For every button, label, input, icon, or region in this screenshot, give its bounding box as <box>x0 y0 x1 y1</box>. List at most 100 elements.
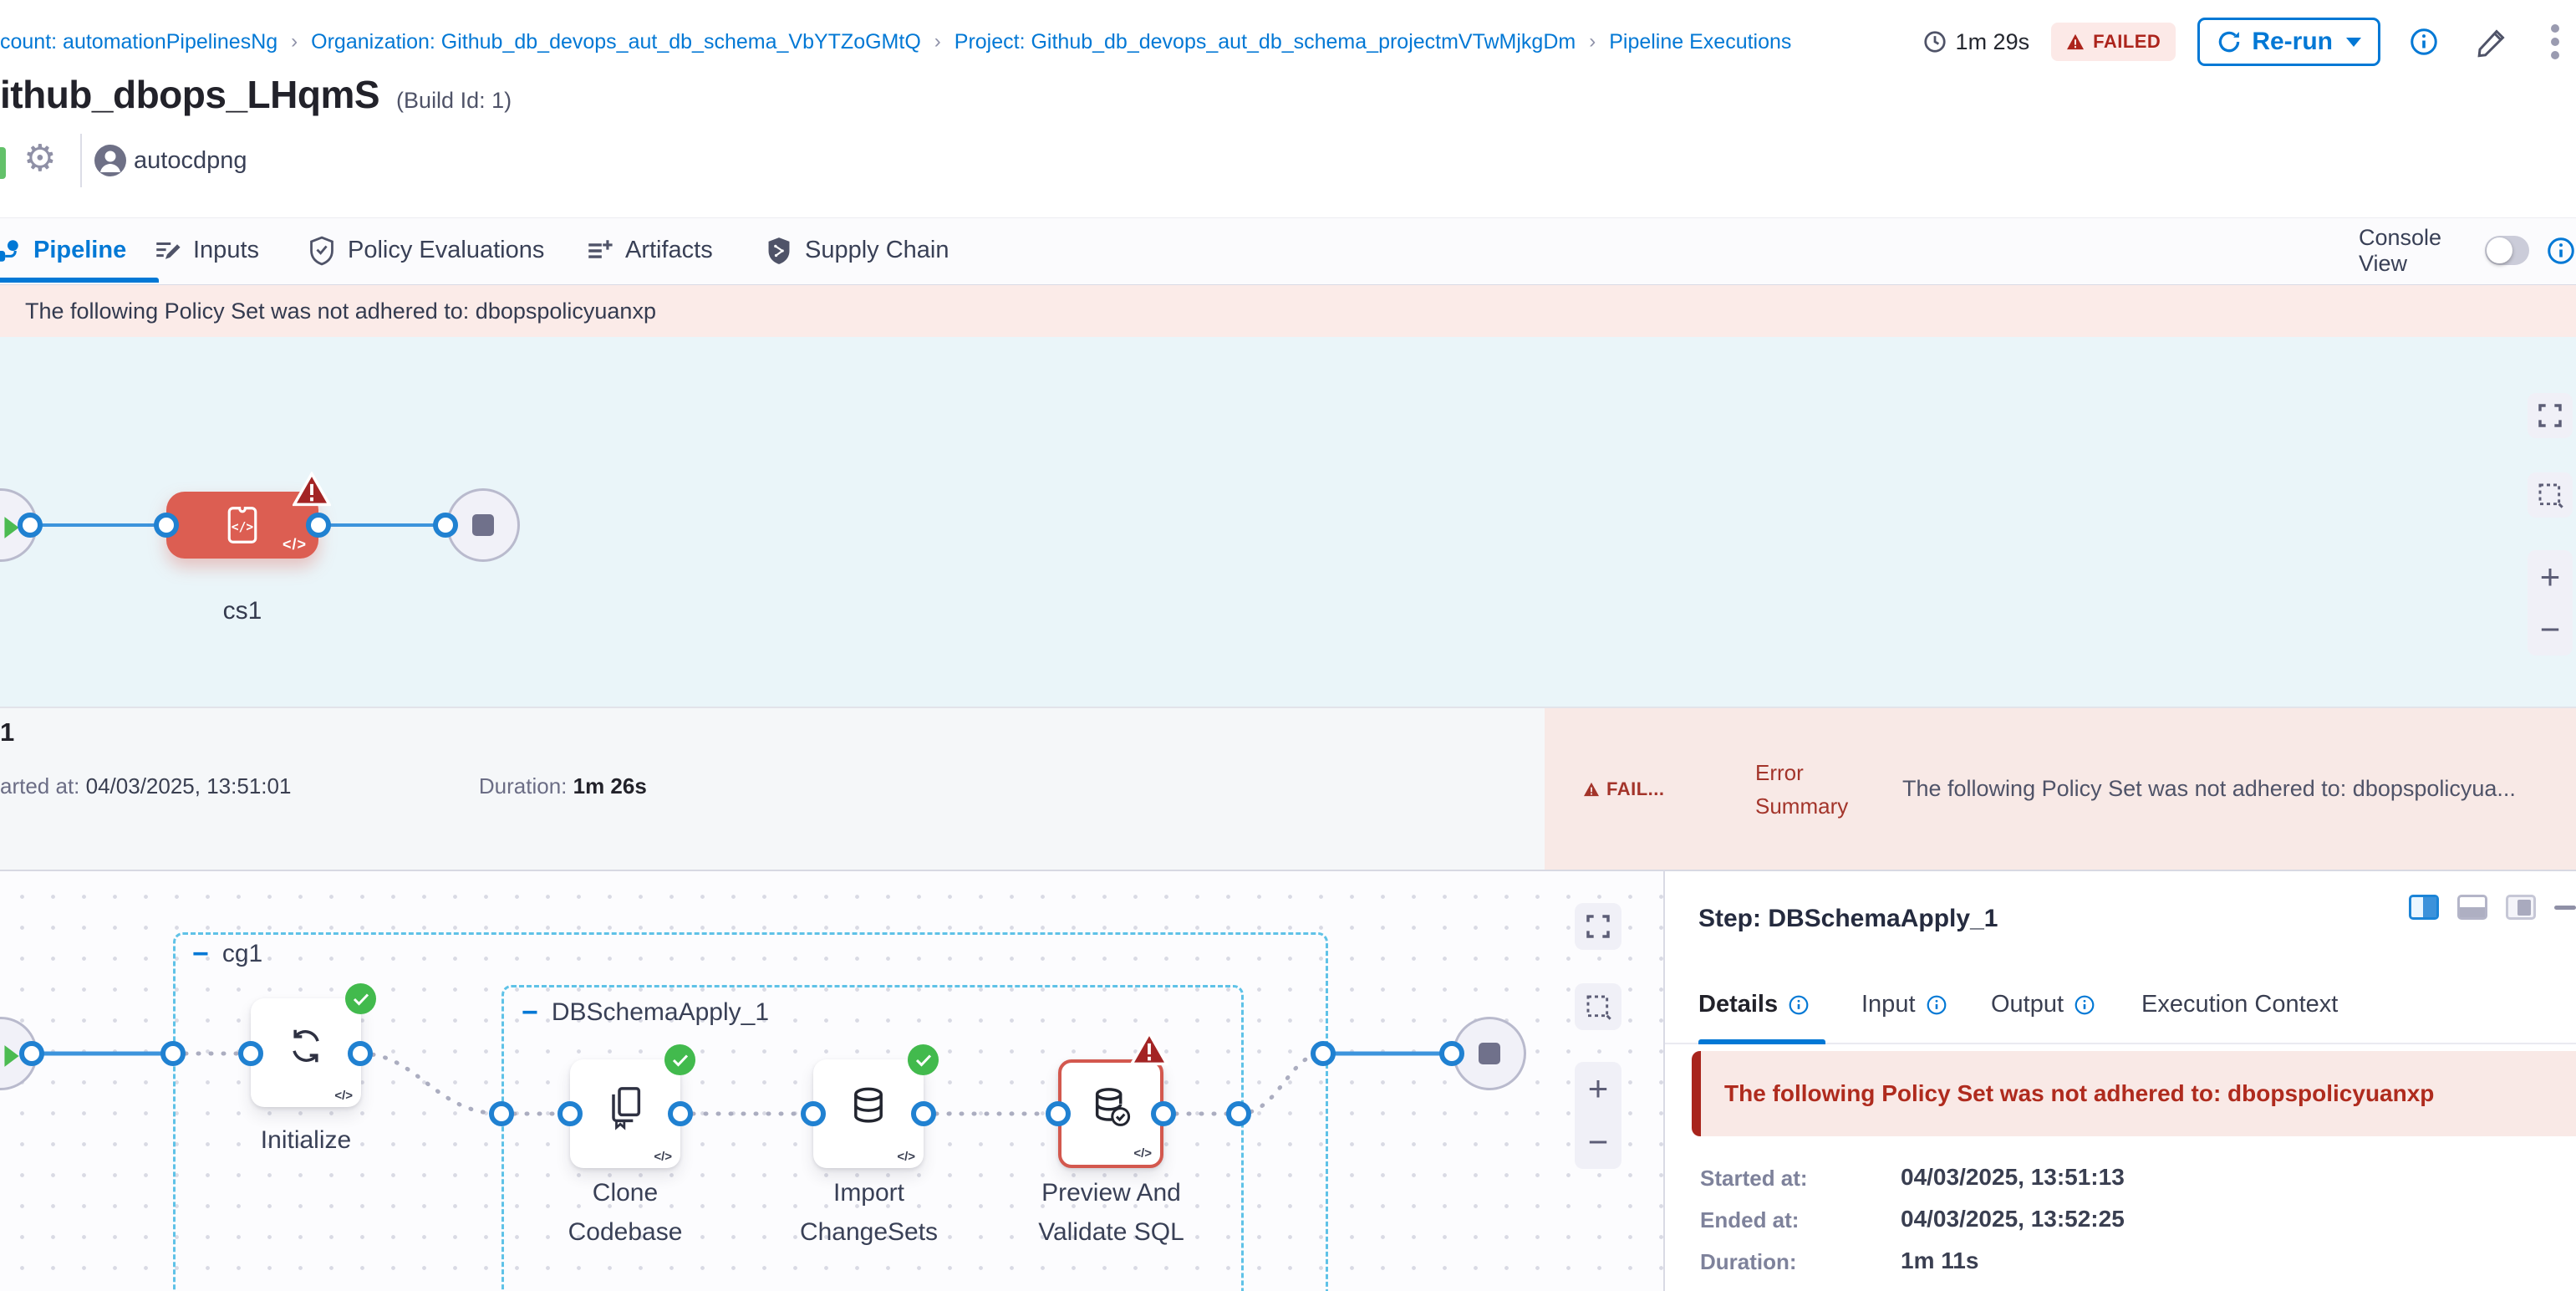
stage-node-label: cs1 <box>166 597 318 625</box>
connector-point[interactable] <box>306 513 331 538</box>
breadcrumb-separator: › <box>934 30 941 54</box>
panel-tab-output-label: Output <box>1991 991 2064 1018</box>
panel-tab-output[interactable]: Output <box>1991 991 2095 1018</box>
active-tab-underline <box>1698 1039 1825 1044</box>
kebab-menu-icon[interactable] <box>2549 23 2561 61</box>
started-at-label: Started at: <box>1700 1166 1808 1191</box>
connector-point[interactable] <box>1226 1101 1251 1126</box>
canvas-fullscreen-button[interactable] <box>2528 393 2573 438</box>
connector-point[interactable] <box>801 1101 826 1126</box>
breadcrumb: count: automationPipelinesNg › Organizat… <box>0 23 1791 61</box>
connector-point[interactable] <box>433 513 458 538</box>
step-node-preview-validate-sql[interactable]: </> <box>1058 1059 1163 1168</box>
step-node-clone-codebase[interactable]: </> <box>570 1059 680 1168</box>
connector-point[interactable] <box>1151 1101 1176 1126</box>
console-view-toggle[interactable] <box>2485 236 2529 265</box>
pipeline-icon <box>0 237 22 265</box>
breadcrumb-separator: › <box>1589 30 1596 54</box>
code-glyph: </> <box>283 536 307 554</box>
connector-point[interactable] <box>1439 1041 1464 1066</box>
connector-point[interactable] <box>160 1041 186 1066</box>
breadcrumb-organization[interactable]: Organization: Github_db_devops_aut_db_sc… <box>311 30 921 54</box>
edit-pencil-icon[interactable] <box>2476 25 2509 59</box>
breadcrumb-account[interactable]: count: automationPipelinesNg <box>0 30 277 54</box>
panel-tab-execution-context[interactable]: Execution Context <box>2141 991 2338 1018</box>
elapsed-time: 1m 29s <box>1922 29 2030 55</box>
zoom-out-button[interactable]: − <box>2540 612 2561 647</box>
elapsed-time-value: 1m 29s <box>1956 29 2030 55</box>
connector-point[interactable] <box>557 1101 583 1126</box>
connector-point[interactable] <box>911 1101 936 1126</box>
panel-layout-controls <box>2409 895 2576 920</box>
panel-tab-details[interactable]: Details <box>1698 991 1810 1018</box>
panel-tab-execution-context-label: Execution Context <box>2141 991 2338 1018</box>
stage-name: 1 <box>0 717 14 748</box>
layout-floating-icon[interactable] <box>2506 895 2536 920</box>
fail-chip-label: FAIL... <box>1606 778 1665 800</box>
connector-point[interactable] <box>489 1101 514 1126</box>
connector-point[interactable] <box>18 513 43 538</box>
policy-violation-banner: The following Policy Set was not adhered… <box>0 285 2576 337</box>
triggered-by-user[interactable]: autocdpng <box>134 147 247 175</box>
info-icon[interactable] <box>2409 27 2439 57</box>
step-node-initialize[interactable]: </> <box>251 998 361 1107</box>
console-view-control: Console View <box>2359 218 2576 283</box>
tab-policy-evaluations[interactable]: Policy Evaluations <box>308 218 544 283</box>
step-panel-title: Step: DBSchemaApply_1 <box>1698 905 1998 933</box>
zoom-in-button[interactable]: + <box>2540 559 2561 594</box>
step-node-import-changesets[interactable]: </> <box>813 1059 924 1168</box>
chevron-down-icon <box>2346 38 2361 47</box>
stage-times: arted at: 04/03/2025, 13:51:01 Duration:… <box>0 773 647 799</box>
console-view-label: Console View <box>2359 225 2463 277</box>
connector-point[interactable] <box>1046 1101 1071 1126</box>
pipeline-stage-canvas[interactable] <box>0 337 2576 707</box>
connector-point[interactable] <box>1311 1041 1336 1066</box>
minimize-panel-icon[interactable] <box>2554 906 2576 910</box>
pipeline-execution-page: count: automationPipelinesNg › Organizat… <box>0 0 2576 1291</box>
connector-point[interactable] <box>348 1041 373 1066</box>
connector-point[interactable] <box>668 1101 693 1126</box>
canvas-select-button[interactable] <box>2528 472 2573 518</box>
rerun-button[interactable]: Re-run <box>2197 18 2380 66</box>
breadcrumb-pipeline-executions[interactable]: Pipeline Executions <box>1609 30 1791 54</box>
pipeline-meta-row: ⚙ autocdpng <box>0 139 669 186</box>
active-tab-underline <box>0 278 159 283</box>
tab-inputs[interactable]: Inputs <box>153 218 259 283</box>
tab-artifacts-label: Artifacts <box>625 237 713 264</box>
info-icon <box>1788 994 1810 1016</box>
build-id: (Build Id: 1) <box>396 88 512 114</box>
tab-pipeline[interactable]: Pipeline <box>3 218 126 283</box>
stage-info-bar: 1 arted at: 04/03/2025, 13:51:01 Duratio… <box>0 707 2576 870</box>
tab-artifacts[interactable]: Artifacts <box>585 218 713 283</box>
connector-point[interactable] <box>154 513 179 538</box>
tab-policy-evaluations-label: Policy Evaluations <box>348 237 544 264</box>
gear-icon[interactable]: ⚙ <box>23 137 56 180</box>
panel-tab-details-label: Details <box>1698 991 1778 1018</box>
ended-at-label: Ended at: <box>1700 1207 1799 1233</box>
started-at-value: 04/03/2025, 13:51:01 <box>86 773 292 799</box>
code-glyph: </> <box>897 1150 915 1164</box>
header-actions: 1m 29s FAILED Re-run <box>1922 17 2561 67</box>
tab-pipeline-label: Pipeline <box>33 237 126 264</box>
layout-right-split-icon[interactable] <box>2409 895 2439 920</box>
tab-supply-chain[interactable]: Supply Chain <box>765 218 949 283</box>
connector-point[interactable] <box>19 1041 44 1066</box>
breadcrumb-project[interactable]: Project: Github_db_devops_aut_db_schema_… <box>955 30 1576 54</box>
code-glyph: </> <box>654 1150 672 1164</box>
info-icon <box>2074 994 2095 1016</box>
info-icon[interactable] <box>2546 236 2576 266</box>
toggle-knob <box>2487 237 2512 263</box>
panel-tab-input[interactable]: Input <box>1861 991 1947 1018</box>
pipeline-name: ithub_dbops_LHqmS <box>0 72 379 117</box>
artifacts-icon <box>585 237 613 265</box>
code-glyph: </> <box>1133 1146 1152 1161</box>
connector-point[interactable] <box>238 1041 263 1066</box>
info-icon <box>1926 994 1947 1016</box>
duration-value: 1m 11s <box>1901 1248 1978 1274</box>
fail-chip: FAIL... <box>1583 778 1665 800</box>
step-error-message: The following Policy Set was not adhered… <box>1724 1080 2434 1107</box>
inputs-icon <box>153 237 181 265</box>
canvas-zoom-panel: + − <box>2528 550 2573 656</box>
layout-bottom-split-icon[interactable] <box>2457 895 2487 920</box>
error-summary-line1: Error <box>1755 760 1804 785</box>
